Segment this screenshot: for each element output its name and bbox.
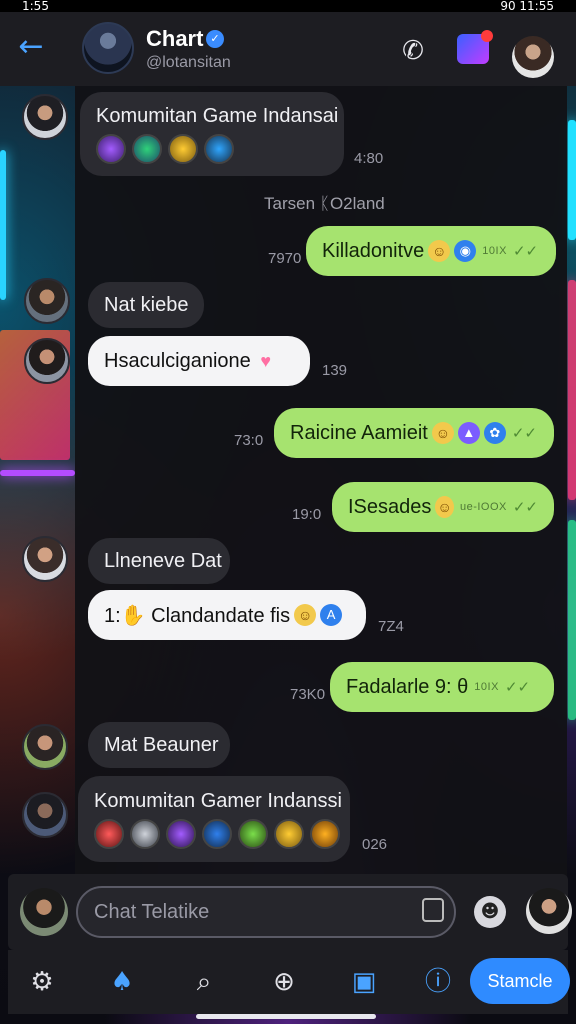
message-bubble[interactable]: Fadalarle 9: θ 10IX ✓✓: [330, 662, 554, 712]
bottom-nav: ⚙ ♠ ⌕ ⊕ ▣ ⓘ Stamcle: [8, 950, 570, 1014]
search-icon[interactable]: ⌕: [186, 964, 222, 1000]
app-badge-icon: A: [320, 604, 343, 626]
contact-avatar-button[interactable]: [526, 888, 572, 934]
status-time: 1:55: [22, 0, 49, 12]
message-time: 73:0: [234, 432, 264, 449]
info-icon[interactable]: ⓘ: [420, 964, 456, 1000]
message-time: 139: [322, 362, 348, 379]
add-icon[interactable]: ⊕: [266, 964, 302, 1000]
chat-title[interactable]: Chart: [146, 26, 203, 52]
message-bubble[interactable]: Mat Beauner: [88, 722, 230, 768]
message-time: 73K0: [290, 686, 326, 703]
message-text: Mat Beauner: [104, 733, 219, 756]
message-text: ISesades: [348, 495, 432, 518]
neon-strip: [0, 470, 75, 476]
message-time: 7Z4: [378, 618, 404, 635]
chat-handle: @lotansitan: [146, 54, 231, 71]
game-icons-row: [96, 133, 234, 164]
smile-emoji-icon: ☺: [428, 240, 451, 262]
game-icon[interactable]: [168, 133, 198, 164]
notification-dot: [481, 30, 493, 42]
profile-avatar[interactable]: [512, 36, 554, 78]
heart-icon: ♥: [260, 351, 272, 371]
status-right: 90 11:55: [500, 0, 554, 12]
read-tick-icon: ✓✓: [511, 425, 537, 442]
game-controller-icon[interactable]: [457, 30, 493, 64]
read-tick-icon: ✓✓: [512, 243, 539, 260]
emoji-icon[interactable]: ☻: [474, 896, 506, 928]
message-text: Nat kiebe: [104, 293, 189, 316]
verified-badge-icon: ✓: [206, 30, 224, 48]
game-icon[interactable]: [202, 818, 232, 849]
day-separator: Tarsen ᛕO2land: [264, 194, 385, 213]
neon-strip: [568, 280, 576, 500]
sender-avatar[interactable]: [24, 338, 70, 384]
message-bubble[interactable]: ISesades ☺ ue-IOOX ✓✓: [332, 482, 554, 532]
game-icons-row: [94, 818, 340, 849]
read-tick-icon: ✓✓: [512, 499, 538, 516]
message-bubble[interactable]: Killadonitve ☺ ◉ 10IX ✓✓: [306, 226, 556, 276]
game-icon[interactable]: [130, 818, 160, 849]
message-tag: 10IX: [474, 681, 499, 693]
sender-avatar[interactable]: [22, 94, 68, 140]
message-text: Komumitan Gamer Indanssi: [94, 789, 342, 812]
message-bubble[interactable]: 1:✋ Clandandate fis ☺ A: [88, 590, 366, 640]
message-time: 4:80: [354, 150, 384, 167]
message-text: Komumitan Game Indansai: [96, 104, 339, 127]
game-icon[interactable]: [94, 818, 124, 849]
message-tag: ue-IOOX: [459, 501, 507, 513]
smile-emoji-icon: ☺: [431, 422, 454, 444]
phone-icon[interactable]: ✆: [398, 36, 428, 66]
message-tag: 10IX: [482, 245, 507, 257]
sender-avatar[interactable]: [22, 792, 68, 838]
message-time: 026: [362, 836, 388, 853]
gear-icon[interactable]: ⚙: [24, 964, 60, 1000]
message-bubble[interactable]: Raicine Aamieit ☺ ▲ ✿ ✓✓: [274, 408, 554, 458]
smile-emoji-icon: ☺: [294, 604, 317, 626]
message-text: Killadonitve: [322, 239, 425, 262]
read-tick-icon: ✓✓: [504, 679, 531, 696]
settings-badge-icon: ✿: [483, 422, 506, 444]
game-icon[interactable]: [204, 133, 234, 164]
sender-avatar[interactable]: [24, 278, 70, 324]
message-bubble[interactable]: Nat kiebe: [88, 282, 204, 328]
message-text: Hsaculciganione: [104, 349, 251, 372]
game-icon[interactable]: [238, 818, 268, 849]
my-avatar[interactable]: [20, 888, 68, 936]
clipboard-icon[interactable]: ▣: [346, 964, 382, 1000]
game-icon[interactable]: [310, 818, 340, 849]
triangle-badge-icon: ▲: [457, 422, 480, 444]
message-bubble[interactable]: Hsaculciganione ♥: [88, 336, 310, 386]
game-icon[interactable]: [166, 818, 196, 849]
message-text: Raicine Aamieit: [290, 421, 428, 444]
smile-emoji-icon: ☺: [435, 496, 454, 518]
home-indicator[interactable]: [196, 1014, 376, 1019]
game-icon[interactable]: [132, 133, 162, 164]
neon-strip: [568, 520, 576, 720]
blue-emoji-icon: ◉: [454, 240, 477, 262]
message-time: 7970: [268, 250, 302, 267]
game-icon[interactable]: [274, 818, 304, 849]
status-bar: 1:55 90 11:55: [0, 0, 576, 12]
message-text: 1:✋ Clandandate fis: [104, 604, 291, 627]
controller-icon[interactable]: ♠: [104, 964, 140, 1000]
sticker-icon[interactable]: [422, 898, 444, 922]
game-icon[interactable]: [96, 133, 126, 164]
message-bubble[interactable]: Komumitan Game Indansai: [80, 92, 344, 176]
group-avatar[interactable]: [82, 22, 134, 74]
neon-strip: [0, 150, 6, 300]
message-input-bar: Chat Telatike ☻: [8, 874, 572, 950]
message-text: Fadalarle 9: θ: [346, 675, 469, 698]
message-time: 19:0: [292, 506, 322, 523]
chat-header: ← Chart ✓ @lotansitan ✆: [0, 12, 576, 86]
message-input[interactable]: Chat Telatike: [76, 886, 456, 938]
message-text: Llneneve Dat: [104, 549, 222, 572]
back-arrow-icon[interactable]: ←: [14, 32, 48, 66]
message-bubble[interactable]: Komumitan Gamer Indanssi: [78, 776, 350, 862]
message-bubble[interactable]: Llneneve Dat: [88, 538, 230, 584]
neon-strip: [568, 120, 576, 240]
sender-avatar[interactable]: [22, 724, 68, 770]
sender-avatar[interactable]: [22, 536, 68, 582]
primary-action-button[interactable]: Stamcle: [470, 958, 570, 1004]
